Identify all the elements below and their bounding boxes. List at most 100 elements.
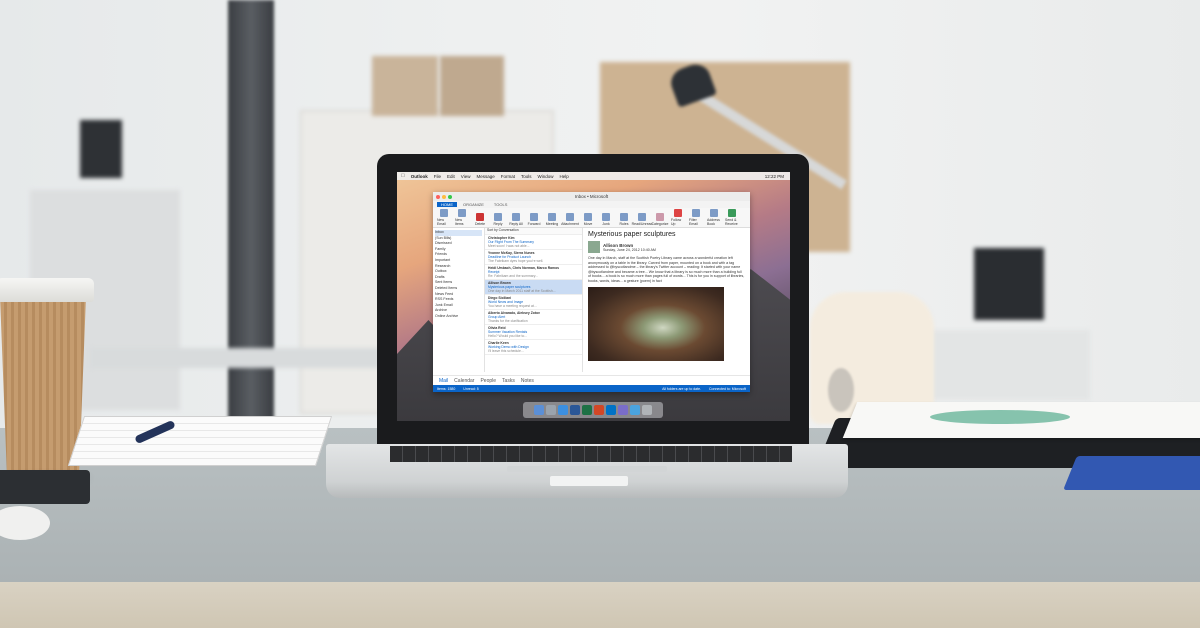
list-item-selected[interactable]: Allison Brown Mysterious paper sculpture…	[485, 280, 582, 295]
list-item[interactable]: Diego Siciliani World News and Image You…	[485, 295, 582, 310]
menu-tools[interactable]: Tools	[521, 174, 532, 179]
reply-button[interactable]: Reply	[491, 213, 505, 226]
right-back-desk	[930, 330, 1090, 400]
finder-icon[interactable]	[534, 405, 544, 415]
trash-icon[interactable]	[642, 405, 652, 415]
new-items-button[interactable]: New Items	[455, 209, 469, 226]
status-unread: Unread: 5	[463, 386, 479, 391]
nav-notes[interactable]: Notes	[521, 378, 534, 384]
nav-people[interactable]: People	[480, 378, 496, 384]
message-preview: I'll leave this schedule...	[488, 349, 524, 353]
minimize-icon[interactable]	[442, 194, 446, 199]
junk-button[interactable]: Junk	[599, 213, 613, 226]
ribbon-label: Meeting	[545, 222, 559, 226]
menu-help[interactable]: Help	[560, 174, 569, 179]
menu-file[interactable]: File	[434, 174, 441, 179]
new-email-icon	[440, 209, 448, 217]
launchpad-icon[interactable]	[546, 405, 556, 415]
ribbon-label: Reply	[493, 222, 503, 226]
ribbon-label: Forward	[527, 222, 541, 226]
list-item[interactable]: Yvonne McKay, Sierra Nunes Deadline for …	[485, 250, 582, 265]
storage-box	[440, 56, 504, 116]
excel-icon[interactable]	[582, 405, 592, 415]
list-item[interactable]: Heidi Umbach, Chris Norman, Marco Ramos …	[485, 265, 582, 280]
outlook-icon[interactable]	[606, 405, 616, 415]
status-items: Items: 1580	[437, 386, 456, 391]
ribbon-tabs: HOME ORGANIZE TOOLS	[433, 201, 750, 208]
junk-icon	[602, 213, 610, 221]
ribbon-label: Filter Email	[689, 218, 698, 226]
attachment-icon	[566, 213, 574, 221]
nav-tasks[interactable]: Tasks	[502, 378, 515, 384]
rules-button[interactable]: Rules	[617, 213, 631, 226]
safari-icon[interactable]	[558, 405, 568, 415]
attachment-button[interactable]: Attachment	[561, 213, 579, 226]
categorize-button[interactable]: Categorize	[652, 213, 668, 226]
filter-email-button[interactable]: Filter Email	[689, 209, 703, 226]
back-desk	[90, 348, 380, 368]
ribbon-label: Address Book	[707, 218, 720, 226]
photo-scene:  Outlook File Edit View Message Format …	[0, 0, 1200, 628]
folder-icon[interactable]	[630, 405, 640, 415]
new-items-icon	[458, 209, 466, 217]
paper-sculpture-image	[588, 286, 724, 361]
reply-all-button[interactable]: Reply All	[509, 213, 523, 226]
ribbon-label: New Items	[455, 218, 464, 226]
tab-tools[interactable]: TOOLS	[490, 202, 512, 207]
word-icon[interactable]	[570, 405, 580, 415]
coffee-cup-lid	[0, 278, 94, 302]
folder-item[interactable]: Online Archive	[435, 314, 482, 320]
forward-button[interactable]: Forward	[527, 213, 541, 226]
pie-chart-print	[930, 410, 1070, 424]
list-item[interactable]: Olivia Reid Summer Vacation Rentals Hell…	[485, 325, 582, 340]
list-sort-header[interactable]: Sort by Conversation	[485, 228, 582, 235]
tab-organize[interactable]: ORGANIZE	[459, 202, 488, 207]
new-email-button[interactable]: New Email	[437, 209, 451, 226]
nav-mail[interactable]: Mail	[439, 378, 448, 384]
read-unread-icon	[638, 213, 646, 221]
ribbon-label: Send & Receive	[725, 218, 738, 226]
send-receive-button[interactable]: Send & Receive	[725, 209, 739, 226]
dark-book	[0, 470, 90, 504]
address-book-button[interactable]: Address Book	[707, 209, 721, 226]
module-navbar: Mail Calendar People Tasks Notes	[433, 375, 750, 385]
menu-window[interactable]: Window	[538, 174, 554, 179]
menu-format[interactable]: Format	[501, 174, 515, 179]
list-item[interactable]: Alberto Alvarado, Aleksey Zotov Group Al…	[485, 310, 582, 325]
follow-up-button[interactable]: Follow Up	[671, 209, 685, 226]
message-preview: Hello? Would you like to...	[488, 334, 528, 338]
avatar[interactable]	[588, 241, 600, 253]
laptop-screen:  Outlook File Edit View Message Format …	[397, 172, 790, 421]
list-item[interactable]: Charlie Keen Working Demo with Design I'…	[485, 340, 582, 355]
ribbon-label: Follow Up	[671, 218, 682, 226]
list-item[interactable]: Christopher Kim Our Flight From The Summ…	[485, 235, 582, 250]
right-speaker	[974, 248, 1044, 320]
meeting-icon	[548, 213, 556, 221]
message-preview: The Fabrikam dyes hope you're well.	[488, 259, 544, 263]
menubar-app-name[interactable]: Outlook	[411, 174, 428, 179]
storage-box	[372, 56, 438, 116]
close-icon[interactable]	[436, 194, 440, 199]
onenote-icon[interactable]	[618, 405, 628, 415]
meeting-button[interactable]: Meeting	[545, 213, 559, 226]
menu-message[interactable]: Message	[476, 174, 494, 179]
send-receive-icon	[728, 209, 736, 217]
move-icon	[584, 213, 592, 221]
tab-home[interactable]: HOME	[437, 202, 457, 207]
folder-pane: Inbox (Sun Bills) Dismissed Family Frien…	[433, 228, 485, 372]
window-title: Inbox • Microsoft	[574, 194, 609, 199]
menubar-clock[interactable]: 12:22 PM	[765, 174, 790, 179]
message-heading: Mysterious paper sculptures	[588, 231, 676, 238]
delete-button[interactable]: Delete	[473, 213, 487, 226]
zoom-icon[interactable]	[448, 194, 452, 199]
apple-icon[interactable]: 	[401, 173, 405, 179]
move-button[interactable]: Move	[581, 213, 595, 226]
address-book-icon	[710, 209, 718, 217]
nav-calendar[interactable]: Calendar	[454, 378, 474, 384]
powerpoint-icon[interactable]	[594, 405, 604, 415]
menu-edit[interactable]: Edit	[447, 174, 455, 179]
menu-view[interactable]: View	[461, 174, 471, 179]
read-unread-button[interactable]: Read/Unread	[632, 213, 652, 226]
laptop-keyboard	[390, 446, 792, 462]
categorize-icon	[656, 213, 664, 221]
